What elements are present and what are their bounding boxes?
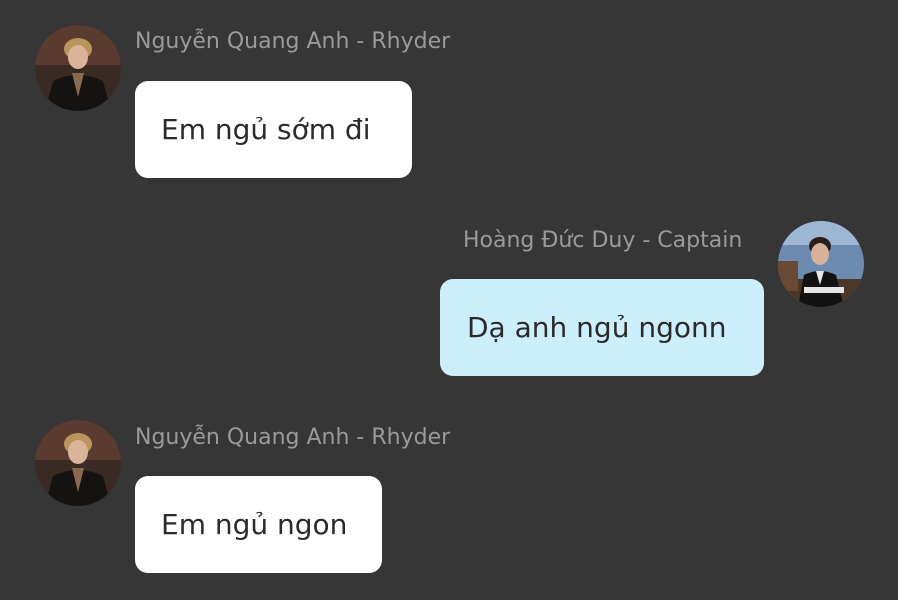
message-text: Dạ anh ngủ ngonn: [467, 311, 727, 344]
message-bubble[interactable]: Em ngủ ngon: [135, 476, 382, 573]
captain-avatar[interactable]: [778, 221, 864, 307]
sender-name: Nguyễn Quang Anh - Rhyder: [135, 29, 451, 54]
sender-name: Hoàng Đức Duy - Captain: [463, 228, 743, 253]
chat-screen: { "messages": [ { "sender": "Nguyễn Quan…: [0, 0, 898, 600]
message-text: Em ngủ ngon: [161, 508, 348, 541]
rhyder-avatar[interactable]: [35, 25, 121, 111]
message-bubble[interactable]: Em ngủ sớm đi: [135, 81, 412, 178]
message-bubble[interactable]: Dạ anh ngủ ngonn: [440, 279, 764, 376]
sender-name: Nguyễn Quang Anh - Rhyder: [135, 425, 451, 450]
rhyder-avatar[interactable]: [35, 420, 121, 506]
message-text: Em ngủ sớm đi: [161, 113, 371, 146]
